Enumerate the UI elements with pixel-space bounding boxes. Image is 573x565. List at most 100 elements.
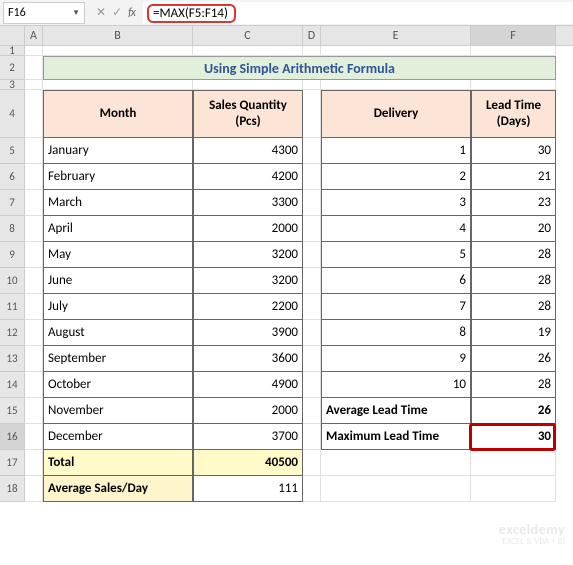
qty-cell[interactable]: 3900 — [193, 320, 303, 346]
delivery-cell[interactable]: 5 — [321, 242, 471, 268]
cell[interactable] — [25, 294, 43, 320]
lead-cell[interactable]: 28 — [471, 268, 556, 294]
cell[interactable] — [303, 46, 321, 56]
row-header[interactable]: 5 — [0, 138, 25, 164]
lead-cell[interactable]: 23 — [471, 190, 556, 216]
lead-cell[interactable]: 26 — [471, 346, 556, 372]
name-box[interactable]: F16 ▼ — [3, 2, 85, 24]
cell[interactable] — [25, 398, 43, 424]
row-header[interactable]: 8 — [0, 216, 25, 242]
max-lead-label[interactable]: Maximum Lead Time — [321, 424, 471, 450]
cell[interactable] — [25, 476, 43, 502]
delivery-cell[interactable]: 10 — [321, 372, 471, 398]
qty-cell[interactable]: 3300 — [193, 190, 303, 216]
cell[interactable] — [303, 320, 321, 346]
cell[interactable] — [303, 294, 321, 320]
qty-cell[interactable]: 2000 — [193, 398, 303, 424]
delivery-cell[interactable]: 1 — [321, 138, 471, 164]
cell[interactable] — [303, 372, 321, 398]
qty-cell[interactable]: 4200 — [193, 164, 303, 190]
row-header[interactable]: 13 — [0, 346, 25, 372]
cell[interactable] — [303, 398, 321, 424]
delivery-cell[interactable]: 3 — [321, 190, 471, 216]
cell[interactable] — [471, 450, 556, 476]
col-header-e[interactable]: E — [321, 26, 471, 45]
row-header[interactable]: 6 — [0, 164, 25, 190]
row-header[interactable]: 3 — [0, 80, 25, 90]
cell[interactable] — [303, 216, 321, 242]
cell[interactable] — [25, 450, 43, 476]
cell[interactable] — [193, 80, 303, 90]
cell[interactable] — [25, 190, 43, 216]
cell[interactable] — [25, 424, 43, 450]
delivery-cell[interactable]: 7 — [321, 294, 471, 320]
cell[interactable] — [43, 46, 193, 56]
cell[interactable] — [471, 46, 556, 56]
cell[interactable] — [321, 46, 471, 56]
max-lead-value[interactable]: 30 — [471, 424, 556, 450]
total-value[interactable]: 40500 — [193, 450, 303, 476]
cell[interactable] — [303, 424, 321, 450]
chevron-down-icon[interactable]: ▼ — [72, 8, 80, 18]
lead-cell[interactable]: 30 — [471, 138, 556, 164]
row-header[interactable]: 17 — [0, 450, 25, 476]
qty-cell[interactable]: 3200 — [193, 242, 303, 268]
row-header[interactable]: 2 — [0, 56, 25, 80]
month-cell[interactable]: October — [43, 372, 193, 398]
month-cell[interactable]: February — [43, 164, 193, 190]
header-delivery[interactable]: Delivery — [321, 90, 471, 138]
month-cell[interactable]: December — [43, 424, 193, 450]
qty-cell[interactable]: 3200 — [193, 268, 303, 294]
row-header[interactable]: 1 — [0, 46, 25, 56]
cell[interactable] — [471, 476, 556, 502]
header-month[interactable]: Month — [43, 90, 193, 138]
lead-cell[interactable]: 28 — [471, 294, 556, 320]
cell[interactable] — [25, 56, 43, 80]
cell[interactable] — [303, 450, 321, 476]
row-header[interactable]: 14 — [0, 372, 25, 398]
cell[interactable] — [25, 242, 43, 268]
col-header-a[interactable]: A — [25, 26, 43, 45]
row-header[interactable]: 12 — [0, 320, 25, 346]
lead-cell[interactable]: 28 — [471, 372, 556, 398]
cell[interactable] — [321, 476, 471, 502]
cell[interactable] — [303, 164, 321, 190]
month-cell[interactable]: August — [43, 320, 193, 346]
cell[interactable] — [25, 346, 43, 372]
row-header[interactable]: 4 — [0, 90, 25, 138]
cell[interactable] — [25, 46, 43, 56]
title-cell[interactable]: Using Simple Arithmetic Formula — [43, 56, 556, 80]
col-header-d[interactable]: D — [303, 26, 321, 45]
cell[interactable] — [471, 80, 556, 90]
month-cell[interactable]: July — [43, 294, 193, 320]
row-header[interactable]: 9 — [0, 242, 25, 268]
lead-cell[interactable]: 21 — [471, 164, 556, 190]
cell[interactable] — [25, 320, 43, 346]
cell[interactable] — [25, 164, 43, 190]
month-cell[interactable]: June — [43, 268, 193, 294]
col-header-b[interactable]: B — [43, 26, 193, 45]
avg-lead-label[interactable]: Average Lead Time — [321, 398, 471, 424]
row-header[interactable]: 7 — [0, 190, 25, 216]
cell[interactable] — [303, 268, 321, 294]
qty-cell[interactable]: 3700 — [193, 424, 303, 450]
row-header[interactable]: 11 — [0, 294, 25, 320]
month-cell[interactable]: March — [43, 190, 193, 216]
qty-cell[interactable]: 2200 — [193, 294, 303, 320]
avg-lead-value[interactable]: 26 — [471, 398, 556, 424]
lead-cell[interactable]: 20 — [471, 216, 556, 242]
avg-label[interactable]: Average Sales/Day — [43, 476, 193, 502]
header-lead[interactable]: Lead Time (Days) — [471, 90, 556, 138]
cell[interactable] — [43, 80, 193, 90]
row-header[interactable]: 18 — [0, 476, 25, 502]
delivery-cell[interactable]: 4 — [321, 216, 471, 242]
cell[interactable] — [321, 450, 471, 476]
qty-cell[interactable]: 4900 — [193, 372, 303, 398]
cell[interactable] — [25, 90, 43, 138]
cell[interactable] — [25, 80, 43, 90]
month-cell[interactable]: April — [43, 216, 193, 242]
cell[interactable] — [303, 242, 321, 268]
row-header[interactable]: 15 — [0, 398, 25, 424]
month-cell[interactable]: September — [43, 346, 193, 372]
cell[interactable] — [303, 346, 321, 372]
